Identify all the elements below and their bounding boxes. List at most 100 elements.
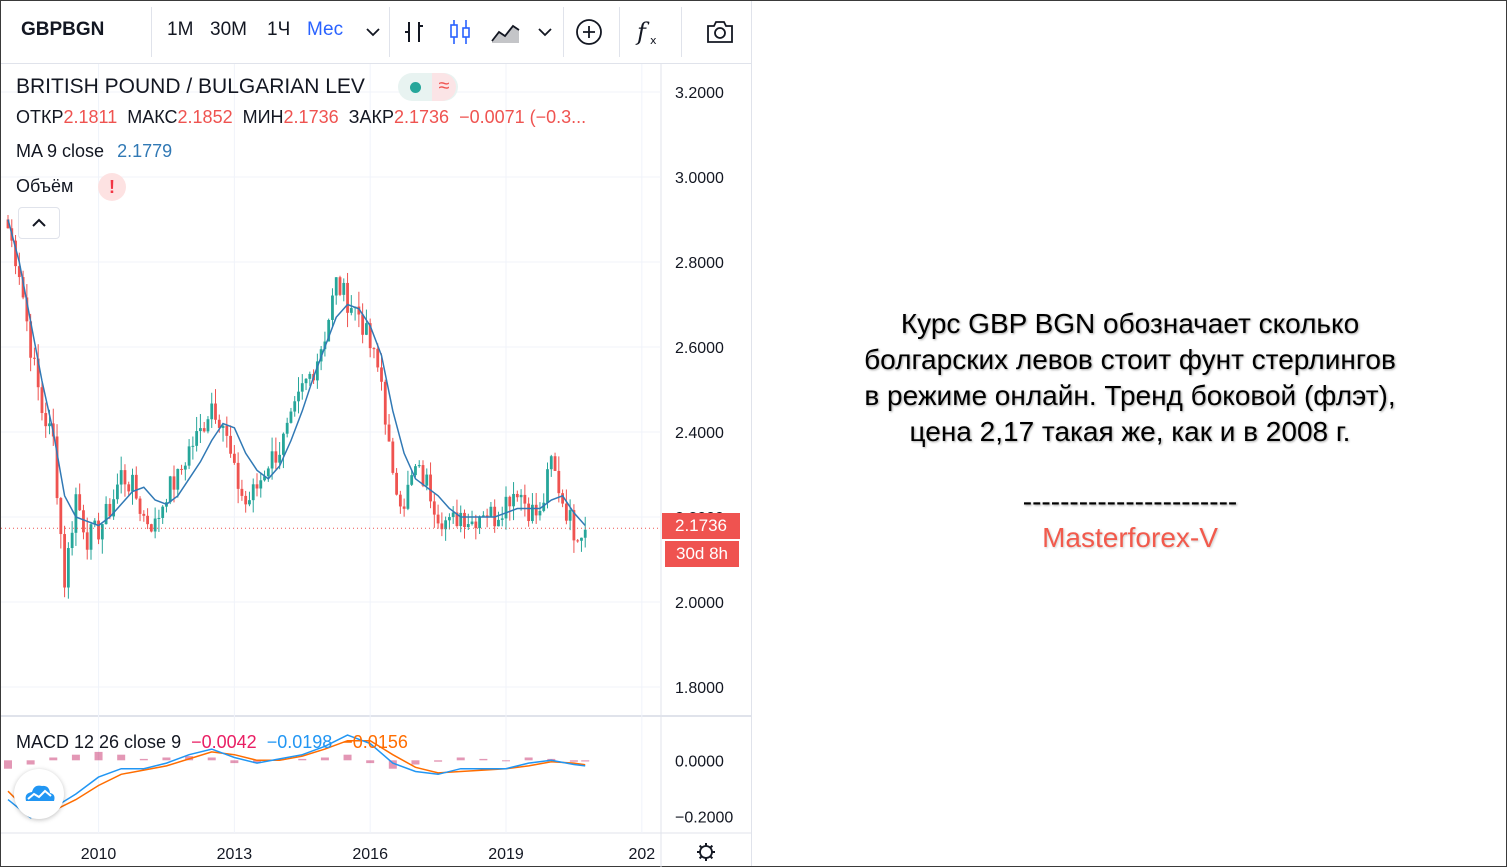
symbol-search[interactable]: GBPBGN xyxy=(21,19,104,41)
candle-body xyxy=(274,451,278,463)
interval-1m[interactable]: 1М xyxy=(167,19,193,41)
market-status-pill[interactable]: ≈ xyxy=(398,73,458,101)
candle-body xyxy=(66,548,70,588)
macd-histogram-bar xyxy=(366,760,375,764)
annotation-line: цена 2,17 такая же, как и в 2008 г. xyxy=(909,416,1351,447)
candle-body xyxy=(232,453,236,463)
candle-body xyxy=(176,468,180,490)
macd-histogram-bar xyxy=(71,754,80,761)
macd-label: MACD 12 26 close 9 xyxy=(16,732,182,752)
candle-body xyxy=(210,403,214,420)
candle-body xyxy=(515,493,519,498)
macd-histogram-bar xyxy=(139,758,148,761)
interval-month[interactable]: Мес xyxy=(307,19,343,41)
chevron-down-icon[interactable] xyxy=(357,16,389,48)
macd-histogram-bar xyxy=(411,760,420,765)
svg-text:f: f xyxy=(635,18,650,46)
candle-body xyxy=(202,428,206,432)
candle-body xyxy=(534,504,538,516)
candle-body xyxy=(97,520,100,540)
warning-icon[interactable]: ! xyxy=(98,173,126,201)
candle-body xyxy=(195,431,199,446)
candle-body xyxy=(119,470,123,485)
candle-body xyxy=(300,383,304,392)
macd-histogram-bar xyxy=(479,758,488,761)
time-tick-label: 2013 xyxy=(217,846,253,863)
candle-body xyxy=(391,441,395,473)
candle-body xyxy=(206,419,210,432)
candle-body xyxy=(380,367,383,382)
candle-body xyxy=(406,484,410,509)
candle-body xyxy=(553,456,557,471)
time-tick-label: 2019 xyxy=(488,846,524,863)
change-value: −0.0071 (−0.3... xyxy=(459,107,587,127)
tradingview-logo[interactable] xyxy=(14,769,64,819)
cloud-logo-icon xyxy=(25,785,55,801)
bar-chart-icon[interactable] xyxy=(399,16,431,48)
gear-tooth xyxy=(709,844,714,849)
candle-body xyxy=(361,314,365,335)
annotation-text: Курс GBP BGN обозначает сколько болгарск… xyxy=(790,306,1470,556)
add-compare-icon[interactable] xyxy=(573,16,605,48)
open-label: ОТКР xyxy=(16,107,64,127)
interval-30m[interactable]: 30М xyxy=(210,19,247,41)
camera-icon[interactable] xyxy=(704,16,736,48)
candle-body xyxy=(338,277,342,295)
candle-body xyxy=(172,476,176,490)
macd-histogram-bar xyxy=(230,760,239,764)
candle-body xyxy=(523,494,527,504)
gear-ring xyxy=(699,845,713,859)
candle-body xyxy=(448,517,451,521)
candle-body xyxy=(402,506,406,509)
macd-legend[interactable]: MACD 12 26 close 9 −0.0042 −0.0198 −0.01… xyxy=(16,732,408,753)
candle-body xyxy=(383,381,387,425)
candle-body xyxy=(583,529,587,538)
annotation-separator: ----------------------- xyxy=(1022,486,1238,517)
candle-body xyxy=(123,470,127,485)
ma-legend[interactable]: MA 9 close 2.1779 xyxy=(16,141,172,162)
price-tick-label: 3.0000 xyxy=(675,170,724,187)
candle-body xyxy=(100,524,104,540)
time-tick-label: 202 xyxy=(628,846,655,863)
macd-tick-label: 0.0000 xyxy=(675,753,724,770)
volume-label[interactable]: Объём xyxy=(16,176,73,197)
candle-body xyxy=(116,484,119,500)
candle-body xyxy=(131,474,134,492)
candle-body xyxy=(244,495,248,505)
candle-body xyxy=(538,510,542,516)
candle-body xyxy=(425,474,429,486)
ohlc-legend: ОТКР2.1811 МАКС2.1852 МИН2.1736 ЗАКР2.17… xyxy=(16,107,586,128)
candle-body xyxy=(346,282,349,313)
candle-body xyxy=(349,308,353,313)
macd-histogram-bar xyxy=(26,760,35,765)
collapse-legend-button[interactable] xyxy=(18,207,60,239)
settings-gear-icon xyxy=(697,843,715,861)
close-label: ЗАКР xyxy=(348,107,394,127)
candle-body xyxy=(304,378,308,384)
candle-body xyxy=(248,500,251,505)
candle-body xyxy=(365,323,368,335)
candles-icon[interactable] xyxy=(444,16,476,48)
candle-body xyxy=(168,476,172,503)
chevron-down-icon[interactable] xyxy=(529,16,561,48)
candle-body xyxy=(161,506,165,518)
area-chart-icon[interactable] xyxy=(489,16,521,48)
candle-body xyxy=(489,506,493,517)
candle-body xyxy=(531,504,534,522)
candle-body xyxy=(387,424,391,442)
data-delay-icon: ≈ xyxy=(432,73,456,101)
annotation-line: Курс GBP BGN обозначает сколько xyxy=(900,308,1360,339)
macd-histogram-bar xyxy=(207,757,216,761)
candle-body xyxy=(282,433,285,455)
macd-histogram-bar xyxy=(4,760,12,769)
candle-body xyxy=(308,373,312,379)
toolbar-divider xyxy=(151,7,152,57)
candle-body xyxy=(564,503,568,521)
candle-body xyxy=(157,517,161,519)
indicators-fx-icon[interactable]: fx xyxy=(633,16,665,48)
ma-line xyxy=(7,219,586,527)
interval-1h[interactable]: 1Ч xyxy=(267,19,290,41)
macd-line-value: −0.0198 xyxy=(266,732,333,752)
price-tick-label: 1.8000 xyxy=(675,680,724,697)
candle-body xyxy=(127,484,131,492)
